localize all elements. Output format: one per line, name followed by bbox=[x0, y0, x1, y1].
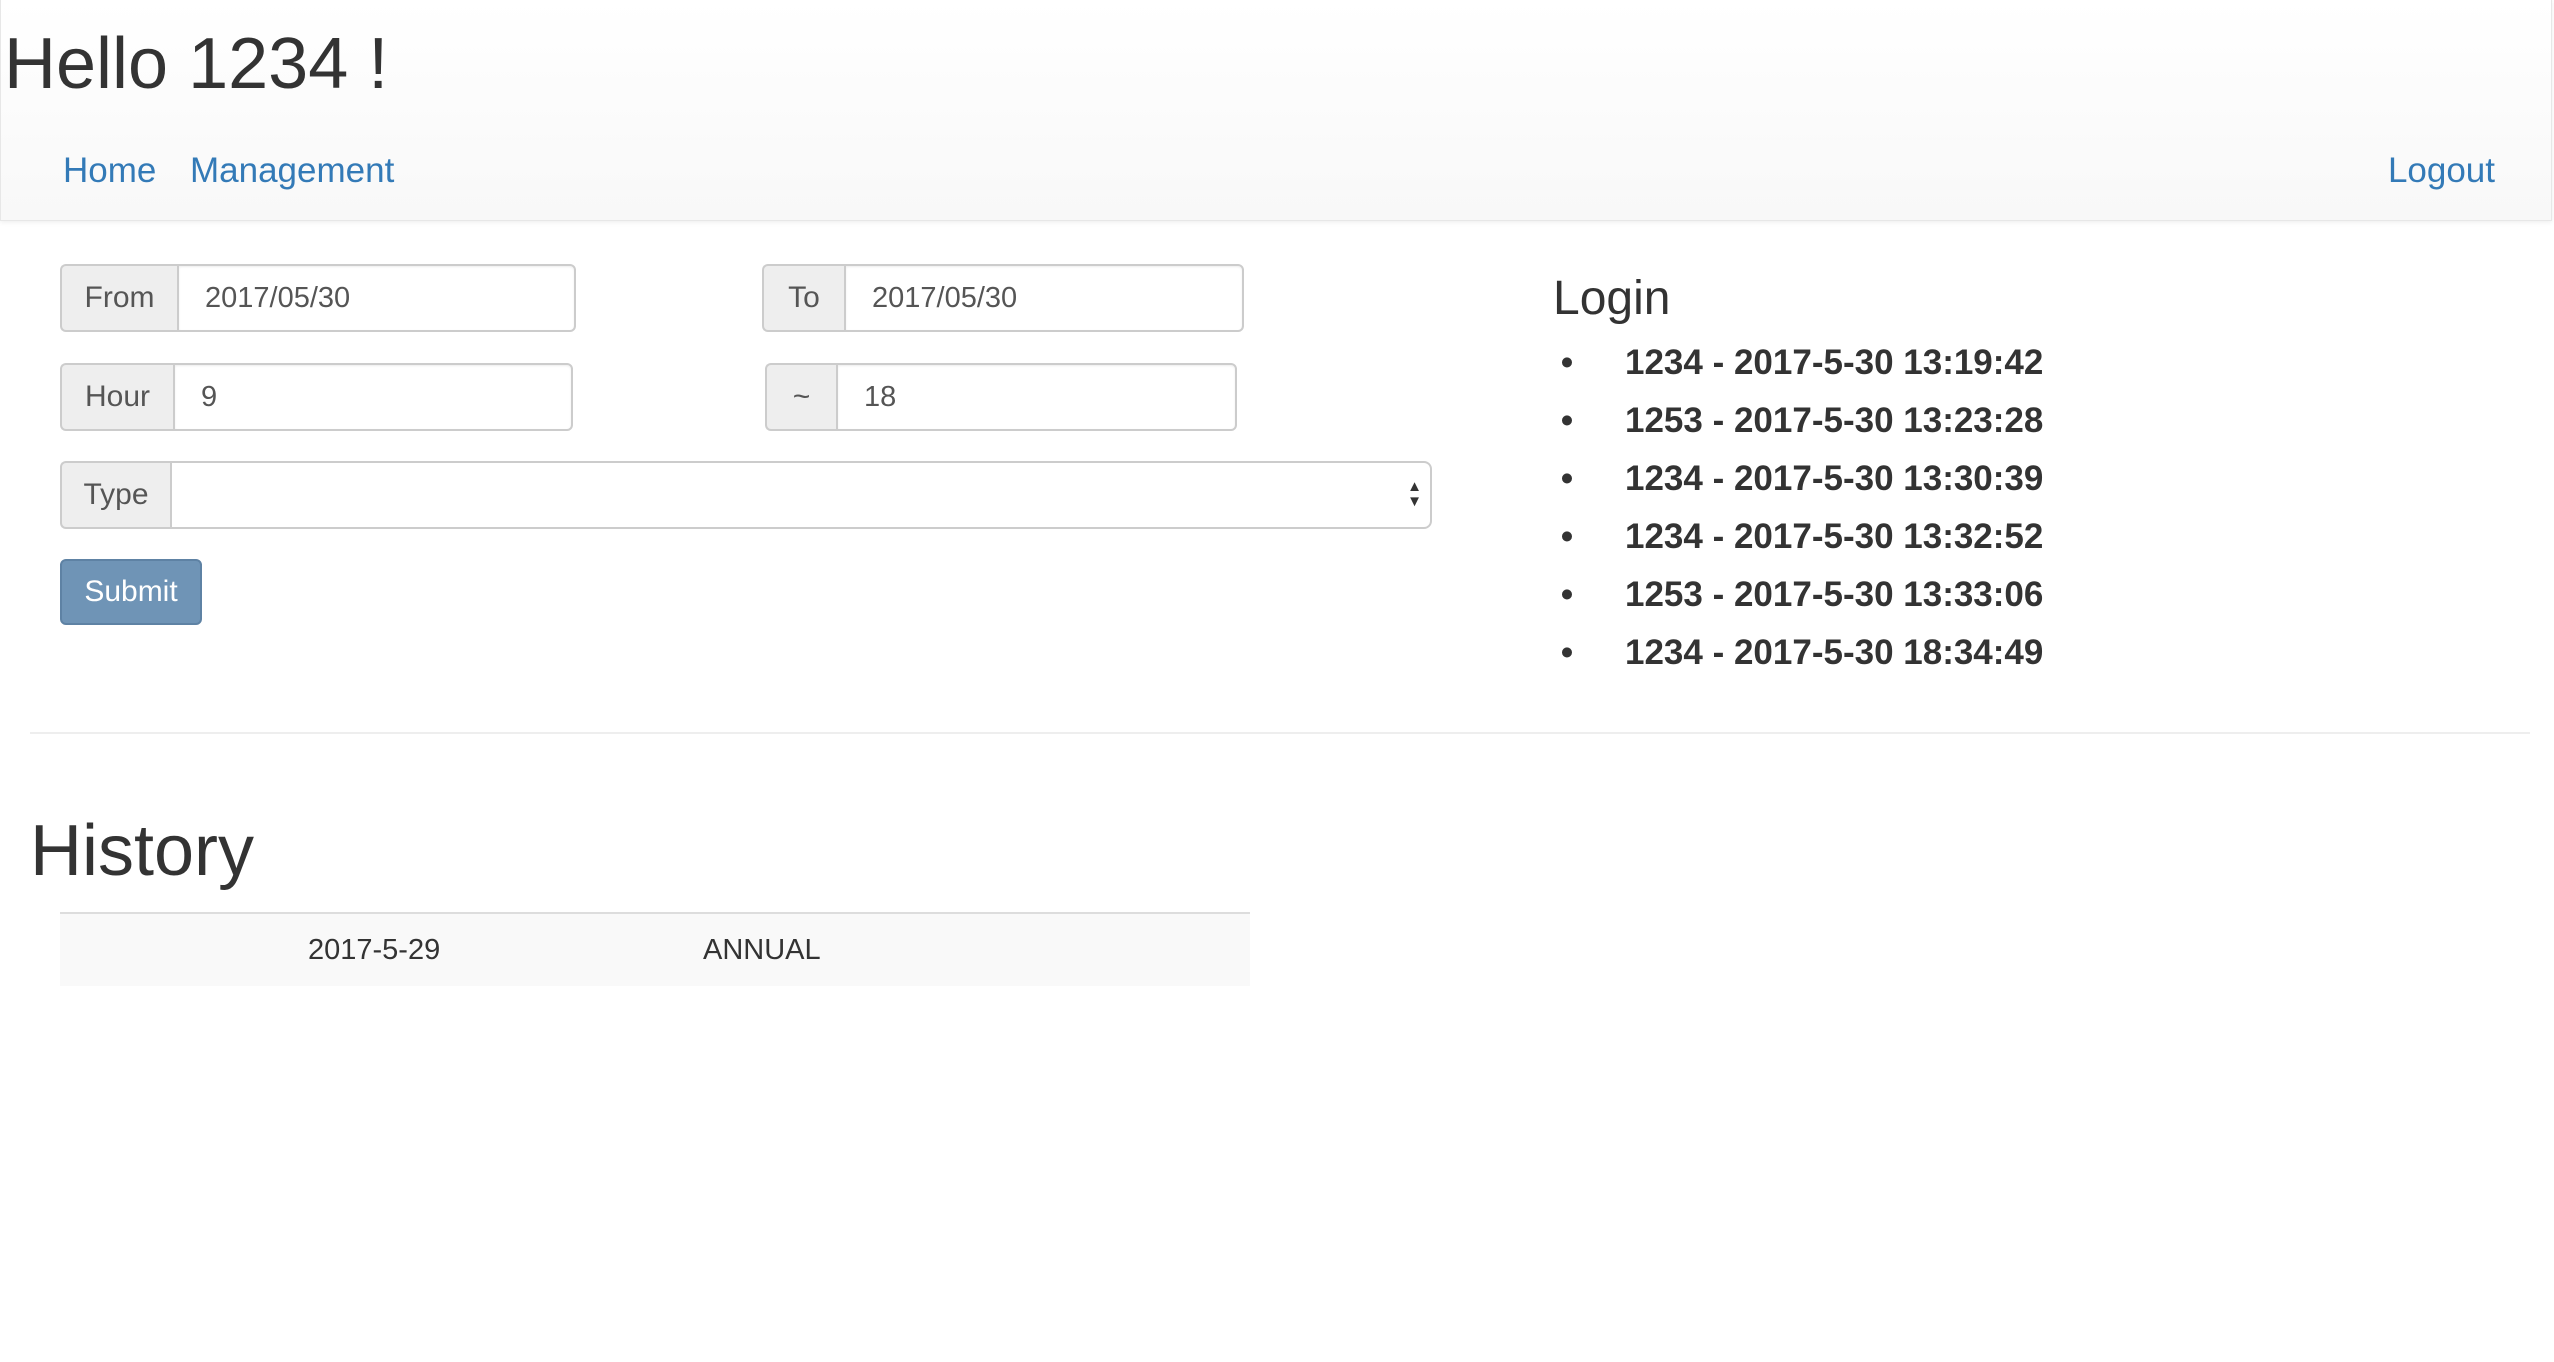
to-date-input[interactable] bbox=[844, 264, 1244, 332]
history-title: History bbox=[30, 811, 255, 891]
list-item: • 1234 - 2017-5-30 18:34:49 bbox=[1553, 624, 2453, 682]
list-item: • 1253 - 2017-5-30 13:23:28 bbox=[1553, 392, 2453, 450]
login-entry: 1253 - 2017-5-30 13:33:06 bbox=[1625, 575, 2044, 614]
list-item: • 1234 - 2017-5-30 13:32:52 bbox=[1553, 508, 2453, 566]
login-list: • 1234 - 2017-5-30 13:19:42 • 1253 - 2017-… bbox=[1553, 334, 2453, 682]
bullet-icon: • bbox=[1560, 633, 1574, 672]
from-date-input[interactable] bbox=[177, 264, 576, 332]
navbar: Hello 1234 ! Home Management Logout bbox=[0, 0, 2552, 221]
login-entry: 1234 - 2017-5-30 13:32:52 bbox=[1625, 517, 2044, 556]
type-group: Type ▲ ▼ bbox=[60, 461, 1432, 529]
hour-end-input[interactable] bbox=[836, 363, 1237, 431]
login-entry: 1234 - 2017-5-30 13:19:42 bbox=[1625, 343, 2044, 382]
from-label: From bbox=[60, 264, 177, 332]
login-entry: 1234 - 2017-5-30 18:34:49 bbox=[1625, 633, 2044, 672]
bullet-icon: • bbox=[1560, 459, 1574, 498]
bullet-icon: • bbox=[1560, 401, 1574, 440]
type-select[interactable]: ▲ ▼ bbox=[170, 461, 1432, 529]
nav-home-link[interactable]: Home bbox=[63, 150, 156, 192]
list-item: • 1234 - 2017-5-30 13:19:42 bbox=[1553, 334, 2453, 392]
page-title: Hello 1234 ! bbox=[4, 24, 389, 104]
bullet-icon: • bbox=[1560, 517, 1574, 556]
hour-label: Hour bbox=[60, 363, 173, 431]
bullet-icon: • bbox=[1560, 343, 1574, 382]
type-label: Type bbox=[60, 461, 170, 529]
login-entry: 1253 - 2017-5-30 13:23:28 bbox=[1625, 401, 2044, 440]
to-label: To bbox=[762, 264, 844, 332]
history-date-cell: 2017-5-29 bbox=[308, 934, 441, 966]
from-date-group: From bbox=[60, 264, 576, 332]
list-item: • 1253 - 2017-5-30 13:33:06 bbox=[1553, 566, 2453, 624]
hour-end-group: ~ bbox=[765, 363, 1237, 431]
logout-link[interactable]: Logout bbox=[2388, 150, 2495, 192]
hour-start-group: Hour bbox=[60, 363, 573, 431]
history-type-cell: ANNUAL bbox=[703, 934, 821, 966]
login-title: Login bbox=[1553, 272, 1671, 325]
login-entry: 1234 - 2017-5-30 13:30:39 bbox=[1625, 459, 2044, 498]
submit-button[interactable]: Submit bbox=[60, 559, 202, 625]
list-item: • 1234 - 2017-5-30 13:30:39 bbox=[1553, 450, 2453, 508]
select-arrows-icon: ▲ ▼ bbox=[1407, 478, 1422, 510]
section-divider bbox=[30, 732, 2530, 734]
hour-start-input[interactable] bbox=[173, 363, 573, 431]
hour-separator-label: ~ bbox=[765, 363, 836, 431]
history-table: 2017-5-29 ANNUAL bbox=[60, 912, 1250, 986]
nav-management-link[interactable]: Management bbox=[190, 150, 394, 192]
bullet-icon: • bbox=[1560, 575, 1574, 614]
to-date-group: To bbox=[762, 264, 1244, 332]
